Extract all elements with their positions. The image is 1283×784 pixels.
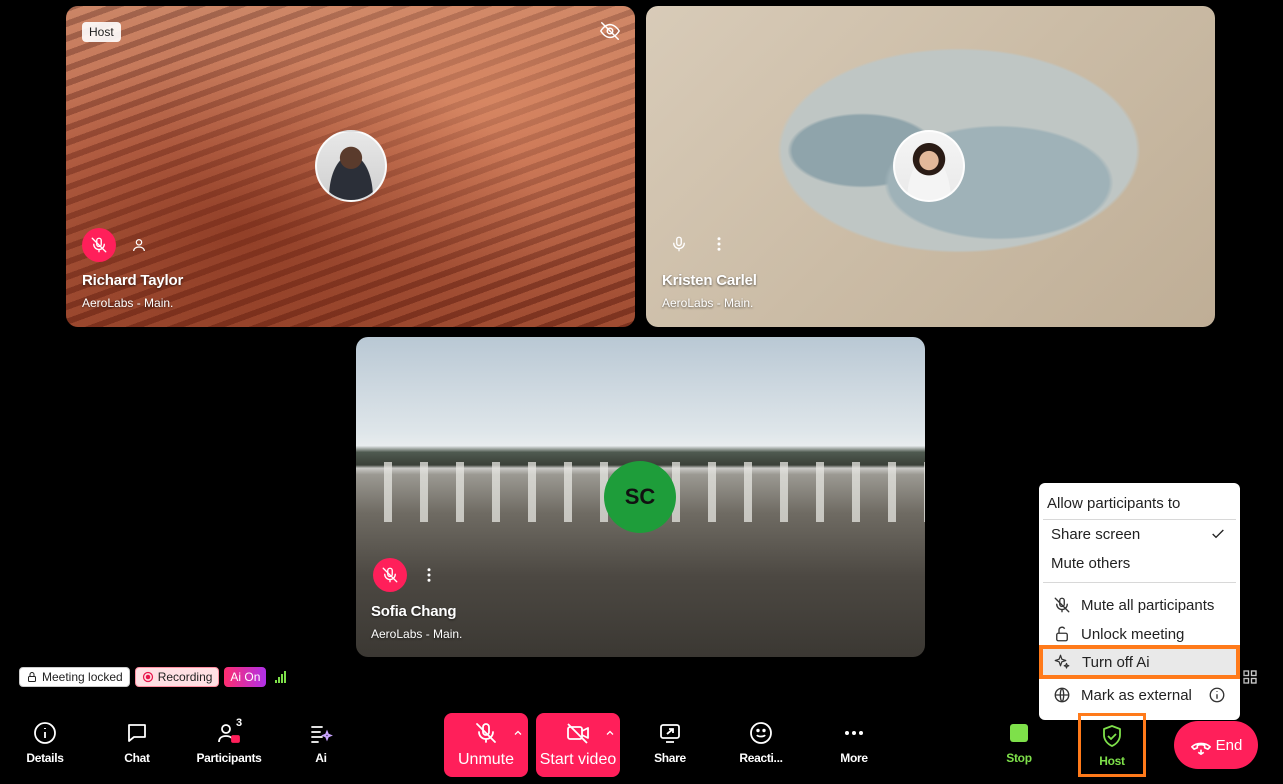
unmute-label: Unmute: [457, 751, 515, 768]
mic-off-icon: [476, 723, 496, 743]
status-row: Meeting locked Recording Ai On: [19, 667, 287, 687]
menu-divider: [1043, 519, 1236, 520]
mic-off-icon: [82, 228, 116, 262]
share-screen-icon: [660, 724, 680, 743]
video-tile-kristen[interactable]: Kristen Carlel AeroLabs - Main.: [646, 6, 1215, 327]
menu-item-label: Mute all participants: [1081, 596, 1215, 614]
host-menu: Allow participants to Share screen Mute …: [1039, 483, 1240, 720]
menu-item-label: Turn off Ai: [1082, 653, 1150, 671]
participants-count: 3: [236, 717, 243, 729]
ai-sparkle-list-icon: [311, 726, 333, 743]
eye-off-icon[interactable]: [599, 20, 621, 42]
end-call-button[interactable]: End: [1174, 721, 1258, 769]
chevron-up-icon[interactable]: [512, 727, 524, 739]
avatar: [315, 130, 387, 202]
recording-label: Recording: [157, 670, 213, 684]
more-horizontal-icon: [845, 731, 863, 735]
menu-item-label: Mark as external: [1081, 686, 1192, 704]
check-icon: [1212, 529, 1224, 539]
chat-button[interactable]: Chat: [102, 713, 172, 777]
ai-button[interactable]: Ai: [286, 713, 356, 777]
globe-icon: [1054, 687, 1070, 703]
details-label: Details: [26, 751, 64, 765]
meeting-locked-badge[interactable]: Meeting locked: [19, 667, 130, 687]
meeting-toolbar: Details Chat 3 Participants Ai Unmute St…: [0, 705, 1283, 784]
participant-name: Richard Taylor: [82, 272, 184, 289]
more-button[interactable]: More: [819, 713, 889, 777]
meeting-locked-label: Meeting locked: [42, 670, 123, 684]
host-badge: Host: [82, 22, 121, 42]
avatar-initials: SC: [604, 461, 676, 533]
menu-item-label: Mute others: [1051, 554, 1131, 572]
start-video-label: Start video: [539, 751, 617, 768]
recording-badge[interactable]: Recording: [134, 667, 220, 687]
menu-heading: Allow participants to: [1047, 495, 1181, 512]
signal-strength-icon: [275, 671, 287, 683]
menu-item-mute-others[interactable]: Mute others: [1039, 550, 1240, 576]
info-icon: [34, 722, 56, 744]
stop-icon: [1010, 724, 1028, 742]
participant-org: AeroLabs - Main.: [371, 627, 463, 641]
layout-grid-icon[interactable]: [1241, 668, 1259, 686]
mic-off-icon: [1054, 597, 1070, 613]
ai-on-badge[interactable]: Ai On: [224, 667, 267, 687]
mic-icon: [669, 234, 689, 254]
unlock-icon: [1056, 626, 1068, 642]
start-video-button[interactable]: Start video: [536, 713, 620, 777]
meeting-stage: Host Richard Taylor AeroLabs - Main. Kri…: [0, 0, 1283, 784]
ai-on-label: Ai On: [230, 670, 261, 684]
ai-label: Ai: [315, 751, 327, 765]
reactions-button[interactable]: Reacti...: [726, 713, 796, 777]
participants-label: Participants: [196, 751, 262, 765]
more-label: More: [840, 751, 868, 765]
participants-button[interactable]: 3 Participants: [194, 713, 264, 777]
video-tile-richard[interactable]: Host Richard Taylor AeroLabs - Main.: [66, 6, 635, 327]
menu-item-mute-all[interactable]: Mute all participants: [1039, 592, 1240, 618]
unmute-button[interactable]: Unmute: [444, 713, 528, 777]
menu-item-turn-off-ai[interactable]: Turn off Ai: [1039, 645, 1240, 679]
video-tile-sofia[interactable]: SC Sofia Chang AeroLabs - Main.: [356, 337, 925, 657]
menu-item-label: Unlock meeting: [1081, 625, 1185, 643]
start-video-inner: Start video: [536, 713, 620, 777]
host-button[interactable]: Host: [1078, 713, 1146, 777]
mic-off-icon: [373, 558, 407, 592]
stop-label: Stop: [1006, 751, 1032, 765]
menu-item-label: Share screen: [1051, 525, 1141, 543]
participant-org: AeroLabs - Main.: [662, 296, 754, 310]
stop-recording-button[interactable]: Stop: [984, 713, 1054, 777]
info-icon[interactable]: [1208, 686, 1226, 704]
chat-label: Chat: [124, 751, 150, 765]
unmute-inner: Unmute: [444, 713, 528, 777]
host-label: Host: [1099, 754, 1125, 768]
share-label: Share: [654, 751, 686, 765]
chevron-up-icon[interactable]: [604, 727, 616, 739]
hang-up-icon: [1190, 742, 1211, 755]
more-vertical-icon[interactable]: [419, 565, 439, 585]
participant-name: Sofia Chang: [371, 603, 457, 620]
details-button[interactable]: Details: [10, 713, 80, 777]
avatar: [893, 130, 965, 202]
shield-check-icon: [1103, 725, 1121, 747]
reactions-label: Reacti...: [739, 751, 783, 765]
lock-icon: [28, 672, 36, 682]
menu-divider: [1043, 582, 1236, 583]
menu-item-share-screen[interactable]: Share screen: [1039, 521, 1240, 547]
record-icon: [142, 671, 153, 683]
participant-name: Kristen Carlel: [662, 272, 757, 289]
menu-item-unlock-meeting[interactable]: Unlock meeting: [1039, 621, 1240, 647]
person-icon[interactable]: [129, 235, 149, 255]
more-vertical-icon[interactable]: [709, 234, 729, 254]
participant-org: AeroLabs - Main.: [82, 296, 174, 310]
end-label: End: [1215, 736, 1243, 754]
share-button[interactable]: Share: [635, 713, 705, 777]
video-off-icon: [567, 723, 589, 744]
sparkle-icon: [1054, 654, 1070, 669]
chat-icon: [128, 724, 146, 742]
smiley-icon: [750, 722, 772, 744]
